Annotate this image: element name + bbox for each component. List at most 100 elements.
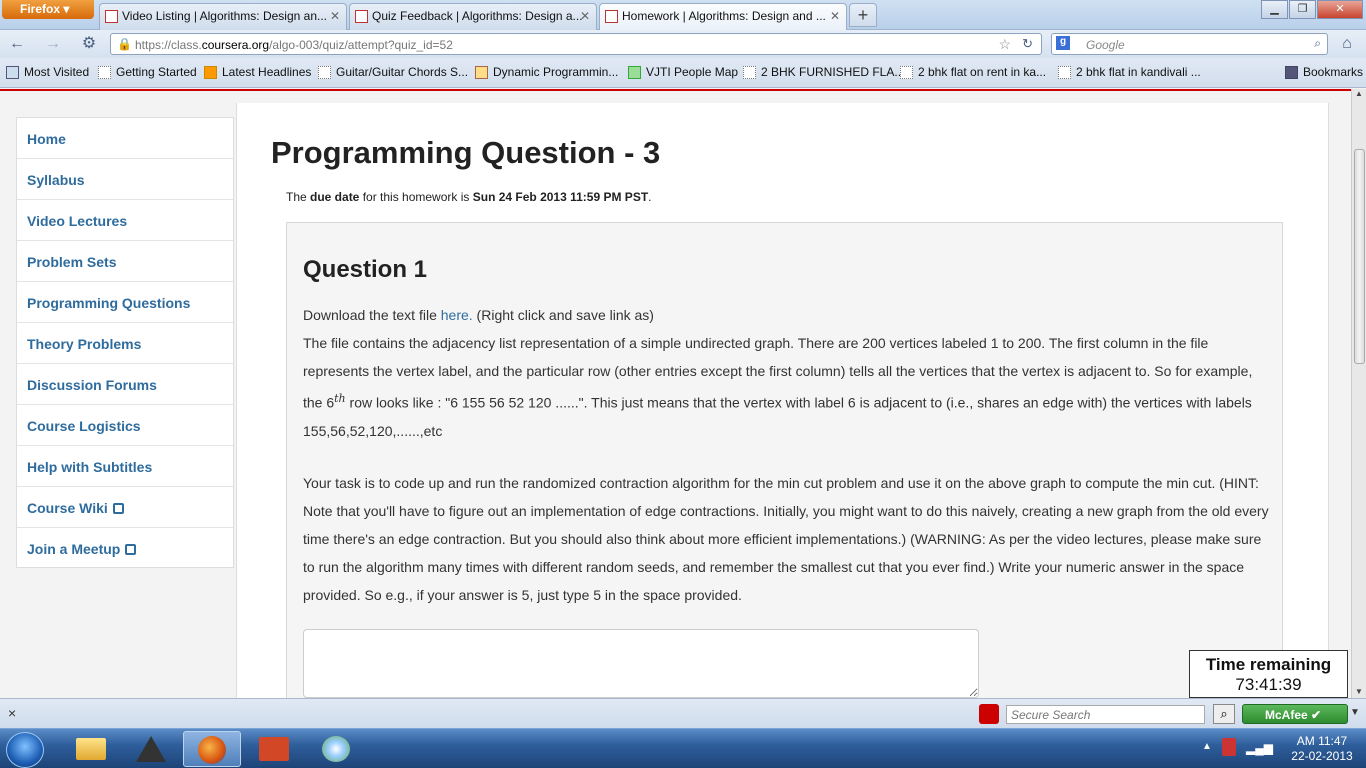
windows-start-button[interactable] [6,732,44,768]
back-arrow-icon[interactable]: ← [6,34,28,54]
download-prefix: Download the text file [303,307,441,323]
bookmark-label: 2 bhk flat on rent in ka... [918,65,1047,79]
tab-quiz-feedback[interactable]: Quiz Feedback | Algorithms: Design a... … [349,3,597,30]
secure-search-input[interactable]: Secure Search [1006,705,1205,724]
browser-titlebar: Firefox ▾ Video Listing | Algorithms: De… [0,0,1366,30]
firefox-menu-label: Firefox [20,2,61,16]
addons-icon[interactable]: ⚙ [78,34,100,54]
time-remaining-label: Time remaining [1205,655,1332,674]
new-tab-button[interactable]: + [849,3,877,27]
sidebar-item-discussion-forums[interactable]: Discussion Forums [17,364,233,405]
clock-time: AM 11:47 [1296,734,1348,748]
page-icon [318,66,331,79]
bookmarks-star-icon [1285,66,1298,79]
tray-expand-icon[interactable]: ▲ [1202,741,1212,752]
bookmark-most-visited[interactable]: Most Visited [6,65,89,79]
sidebar-item-label: Course Logistics [27,418,141,434]
sidebar-item-course-wiki[interactable]: Course Wiki [17,487,233,528]
close-addon-bar-icon[interactable]: × [8,705,16,721]
clock-date: 22-02-2013 [1291,749,1353,763]
coursera-favicon-icon [355,10,368,23]
close-window-button[interactable]: ✕ [1317,0,1363,19]
media-app-taskbar-icon[interactable] [122,731,180,767]
bookmarks-menu-label: Bookmarks [1303,65,1364,79]
reload-icon[interactable]: ↻ [1022,36,1033,52]
download-link[interactable]: here. [441,307,473,323]
sidebar-item-home[interactable]: Home [17,118,233,159]
powerpoint-taskbar-icon[interactable] [245,731,303,767]
explorer-taskbar-icon[interactable] [62,731,120,767]
scrollbar-thumb[interactable] [1354,149,1365,364]
search-placeholder: Google [1086,38,1125,52]
google-engine-icon[interactable]: g [1056,36,1070,50]
lock-icon: 🔒 [117,37,132,51]
minimize-window-button[interactable]: ▁ [1261,0,1288,19]
tab-label: Quiz Feedback | Algorithms: Design a... [372,9,583,23]
due-prefix: The [286,190,311,204]
scroll-down-arrow-icon[interactable]: ▼ [1355,687,1363,696]
mcafee-status-button[interactable]: McAfee ✔ [1242,704,1348,724]
maximize-window-button[interactable]: ❐ [1289,0,1316,19]
due-mid: for this homework is [359,190,473,204]
home-icon[interactable]: ⌂ [1336,34,1358,54]
download-suffix: (Right click and save link as) [472,307,654,323]
tray-security-icon[interactable] [1222,738,1236,756]
close-tab-icon[interactable]: ✕ [830,9,840,23]
network-signal-icon[interactable]: ▂▄▆ [1246,741,1273,755]
bookmark-label: VJTI People Map [646,65,739,79]
scroll-up-arrow-icon[interactable]: ▲ [1355,89,1363,98]
rss-icon [204,66,217,79]
bookmark-guitar-chords[interactable]: Guitar/Guitar Chords S... [318,65,468,79]
url-bar[interactable]: 🔒 https://class.coursera.org/algo-003/qu… [110,33,1042,55]
sidebar-item-join-meetup[interactable]: Join a Meetup [17,528,233,569]
bookmarks-menu-button[interactable]: Bookmarks [1285,65,1363,79]
sidebar-item-help-subtitles[interactable]: Help with Subtitles [17,446,233,487]
bookmark-star-icon[interactable]: ☆ [998,36,1011,53]
search-bar[interactable]: g Google ⌕ [1051,33,1328,55]
external-link-icon [112,503,124,514]
sidebar-item-course-logistics[interactable]: Course Logistics [17,405,233,446]
bookmark-latest-headlines[interactable]: Latest Headlines [204,65,311,79]
due-date-value: Sun 24 Feb 2013 11:59 PM PST [472,190,649,204]
sidebar-item-programming-questions[interactable]: Programming Questions [17,282,233,323]
question-box: Question 1 Download the text file here. … [286,222,1283,698]
url-host: coursera.org [201,38,270,52]
taskbar-clock[interactable]: AM 11:47 22-02-2013 [1280,734,1364,764]
close-tab-icon[interactable]: ✕ [330,9,340,23]
mcafee-label: McAfee [1265,708,1308,722]
answer-input[interactable] [303,629,979,698]
forward-arrow-icon[interactable]: → [42,34,64,54]
sidebar-item-label: Discussion Forums [27,377,157,393]
bookmark-label: Most Visited [24,65,90,79]
bookmark-2bhk-rent[interactable]: 2 bhk flat on rent in ka... [900,65,1046,79]
bookmark-getting-started[interactable]: Getting Started [98,65,197,79]
close-tab-icon[interactable]: ✕ [580,9,590,23]
paint-taskbar-icon[interactable] [307,731,365,767]
sidebar-item-video-lectures[interactable]: Video Lectures [17,200,233,241]
sidebar-item-label: Theory Problems [27,336,142,352]
search-icon[interactable]: ⌕ [1314,36,1321,51]
bookmark-2bhk-furnished[interactable]: 2 BHK FURNISHED FLA... [743,65,904,79]
bookmark-dynamic-programming[interactable]: Dynamic Programmin... [475,65,618,79]
due-date-line: The due date for this homework is Sun 24… [286,190,652,204]
due-suffix: . [648,190,652,204]
bookmarks-toolbar: Most Visited Getting Started Latest Head… [0,58,1366,88]
sidebar-item-syllabus[interactable]: Syllabus [17,159,233,200]
sidebar-item-label: Syllabus [27,172,85,188]
mcafee-shield-icon[interactable] [979,704,999,724]
bookmark-vjti-people-map[interactable]: VJTI People Map [628,65,738,79]
sidebar-item-theory-problems[interactable]: Theory Problems [17,323,233,364]
coursera-favicon-icon [105,10,118,23]
page-scrollbar[interactable]: ▲ ▼ [1351,89,1366,698]
addon-dropdown-icon[interactable]: ▼ [1350,707,1360,718]
firefox-taskbar-icon[interactable] [183,731,241,767]
addon-bar: × Secure Search ⌕ McAfee ✔ ▼ [0,698,1366,728]
secure-search-icon[interactable]: ⌕ [1213,704,1235,724]
course-sidebar: Home Syllabus Video Lectures Problem Set… [16,117,234,568]
tab-homework[interactable]: Homework | Algorithms: Design and ... ✕ [599,3,847,30]
tab-video-listing[interactable]: Video Listing | Algorithms: Design an...… [99,3,347,30]
bookmark-2bhk-kandivali[interactable]: 2 bhk flat in kandivali ... [1058,65,1201,79]
sidebar-item-label: Join a Meetup [27,541,121,557]
firefox-menu-button[interactable]: Firefox ▾ [2,0,94,19]
sidebar-item-problem-sets[interactable]: Problem Sets [17,241,233,282]
